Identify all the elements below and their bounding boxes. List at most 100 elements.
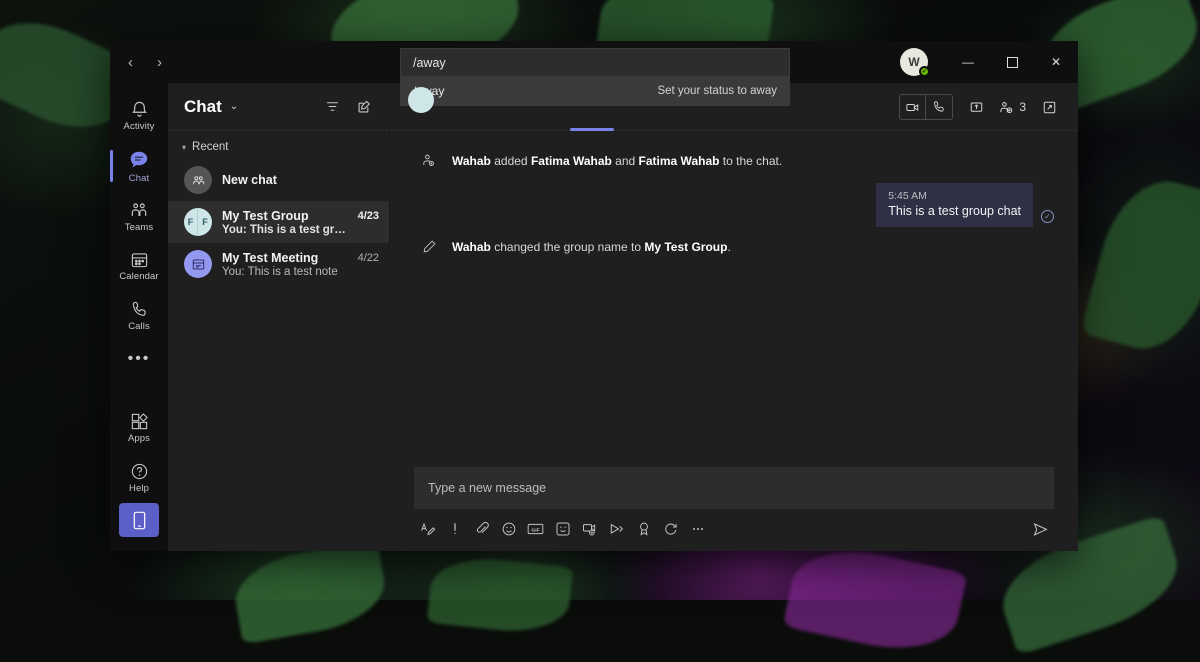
rail-more-button[interactable]: ••• bbox=[128, 341, 151, 377]
send-button[interactable] bbox=[1027, 517, 1054, 541]
get-mobile-app-button[interactable] bbox=[119, 503, 159, 537]
video-call-button[interactable] bbox=[900, 95, 926, 119]
add-people-icon bbox=[999, 100, 1016, 115]
share-screen-icon bbox=[969, 100, 984, 115]
new-chat-label: New chat bbox=[222, 173, 379, 187]
filter-icon bbox=[325, 99, 340, 114]
system-message-text: Wahab added Fatima Wahab and Fatima Waha… bbox=[452, 154, 782, 168]
search-input[interactable]: /away bbox=[400, 48, 790, 77]
sidebar-item-label: Help bbox=[129, 483, 149, 494]
close-button[interactable]: ✕ bbox=[1034, 41, 1078, 83]
list-item-new-chat[interactable]: New chat bbox=[168, 159, 389, 201]
conversation-avatar bbox=[408, 87, 434, 113]
stream-video-icon bbox=[608, 521, 625, 537]
minimize-button[interactable]: — bbox=[946, 41, 990, 83]
sidebar-item-teams[interactable]: Teams bbox=[110, 191, 168, 241]
list-item-my-test-meeting[interactable]: My Test Meeting You: This is a test note… bbox=[168, 243, 389, 285]
stream-video-button[interactable] bbox=[603, 517, 630, 541]
page-title: Chat bbox=[184, 97, 222, 117]
participant-count: 3 bbox=[1019, 100, 1026, 114]
group-name: My Test Group bbox=[644, 240, 727, 254]
delivery-options-button[interactable] bbox=[441, 517, 468, 541]
sidebar-item-calls[interactable]: Calls bbox=[110, 291, 168, 341]
add-person-glyph bbox=[421, 153, 437, 169]
text-fragment: . bbox=[727, 240, 730, 254]
share-screen-button[interactable] bbox=[963, 95, 989, 119]
sidebar-item-apps[interactable]: Apps bbox=[110, 403, 168, 453]
title-bar: ‹ › /away /away Set your status to away … bbox=[110, 41, 1078, 83]
sticker-button[interactable] bbox=[549, 517, 576, 541]
recent-section-label: Recent bbox=[192, 141, 228, 153]
actor-name: Wahab bbox=[452, 240, 491, 254]
text-fragment: to the chat. bbox=[719, 154, 782, 168]
audio-call-icon bbox=[932, 100, 946, 114]
more-options-icon bbox=[690, 521, 706, 537]
meet-now-button[interactable] bbox=[576, 517, 603, 541]
giphy-icon: GIF bbox=[527, 522, 544, 536]
read-receipt-icon: ✓ bbox=[1041, 210, 1054, 223]
more-options-button[interactable] bbox=[684, 517, 711, 541]
chat-name: My Test Meeting bbox=[222, 251, 348, 265]
app-rail: Activity Chat Teams bbox=[110, 83, 168, 551]
mobile-device-icon bbox=[132, 511, 147, 530]
svg-text:GIF: GIF bbox=[531, 527, 539, 533]
recent-section-header[interactable]: ▾ Recent bbox=[168, 131, 389, 159]
praise-button[interactable] bbox=[630, 517, 657, 541]
chevron-down-icon[interactable]: ⌄ bbox=[230, 101, 238, 112]
loop-component-button[interactable] bbox=[657, 517, 684, 541]
format-text-button[interactable] bbox=[414, 517, 441, 541]
sticker-icon bbox=[555, 521, 571, 537]
sidebar-item-activity[interactable]: Activity bbox=[110, 91, 168, 141]
chat-date: 4/23 bbox=[358, 210, 379, 222]
window-body: Activity Chat Teams bbox=[110, 83, 1078, 551]
filter-button[interactable] bbox=[319, 94, 345, 120]
person-name: Fatima Wahab bbox=[639, 154, 720, 168]
chat-preview: You: This is a test note bbox=[222, 266, 348, 278]
avatar-initial-right: F bbox=[198, 208, 212, 236]
active-tab-indicator bbox=[570, 128, 614, 131]
avatar bbox=[184, 166, 212, 194]
user-avatar[interactable]: W bbox=[900, 48, 928, 76]
chat-bubble-icon bbox=[128, 149, 150, 171]
list-item-text: New chat bbox=[222, 173, 379, 187]
forward-button[interactable]: › bbox=[147, 49, 172, 75]
giphy-button[interactable]: GIF bbox=[522, 517, 549, 541]
maximize-button[interactable] bbox=[990, 41, 1034, 83]
help-question-icon bbox=[130, 462, 149, 481]
message-input[interactable]: Type a new message bbox=[414, 467, 1054, 509]
participants-button[interactable]: 3 bbox=[999, 100, 1026, 115]
text-fragment: changed the group name to bbox=[491, 240, 644, 254]
message-text: This is a test group chat bbox=[888, 204, 1021, 218]
chat-list-pane: Chat ⌄ bbox=[168, 83, 390, 551]
wallpaper-leaf bbox=[1080, 169, 1200, 362]
teams-window: ‹ › /away /away Set your status to away … bbox=[110, 41, 1078, 551]
pop-out-icon bbox=[1042, 100, 1057, 115]
conversation-pane: 3 bbox=[390, 83, 1078, 551]
pop-out-button[interactable] bbox=[1036, 95, 1062, 119]
triangle-collapse-icon: ▾ bbox=[182, 143, 186, 152]
chat-date: 4/22 bbox=[358, 252, 379, 264]
attach-file-button[interactable] bbox=[468, 517, 495, 541]
emoji-button[interactable] bbox=[495, 517, 522, 541]
person-name: Fatima Wahab bbox=[531, 154, 612, 168]
new-chat-button[interactable] bbox=[351, 94, 377, 120]
chat-name: My Test Group bbox=[222, 209, 348, 223]
message-bubble[interactable]: 5:45 AM This is a test group chat bbox=[876, 183, 1033, 227]
sidebar-item-help[interactable]: Help bbox=[110, 453, 168, 503]
praise-icon bbox=[637, 521, 651, 537]
actor-name: Wahab bbox=[452, 154, 491, 168]
sidebar-item-chat[interactable]: Chat bbox=[110, 141, 168, 191]
back-button[interactable]: ‹ bbox=[118, 49, 143, 75]
send-icon bbox=[1032, 521, 1049, 538]
conversation-header: 3 bbox=[390, 83, 1078, 131]
meet-now-icon bbox=[581, 521, 598, 537]
title-bar-right: W — ✕ bbox=[900, 41, 1078, 83]
maximize-icon bbox=[1007, 57, 1018, 68]
apps-grid-icon bbox=[130, 412, 149, 431]
sidebar-item-calendar[interactable]: Calendar bbox=[110, 241, 168, 291]
add-person-icon bbox=[420, 153, 438, 169]
bell-icon bbox=[130, 100, 149, 119]
list-item-my-test-group[interactable]: F F My Test Group You: This is a test gr… bbox=[168, 201, 389, 243]
navigation-arrows: ‹ › bbox=[110, 49, 172, 75]
audio-call-button[interactable] bbox=[926, 95, 952, 119]
